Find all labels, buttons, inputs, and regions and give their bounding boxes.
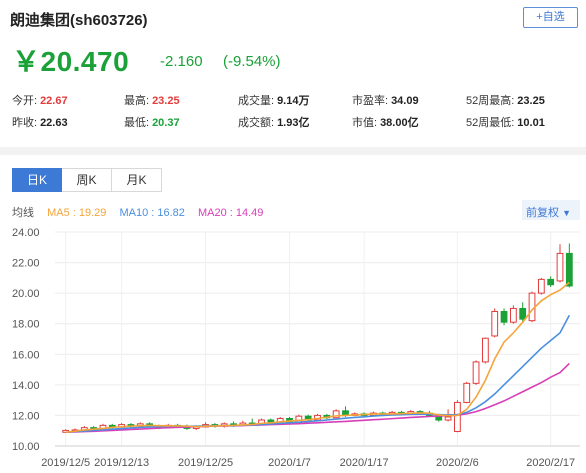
candle-body xyxy=(556,252,564,282)
x-tick-label: 2020/2/17 xyxy=(526,457,575,469)
candle-body xyxy=(444,416,452,421)
x-tick-label: 2019/12/25 xyxy=(178,457,233,469)
ma5-line xyxy=(65,281,570,434)
candle-body xyxy=(463,382,471,403)
y-tick-label: 10.00 xyxy=(12,441,40,453)
x-tick-label: 2019/12/13 xyxy=(94,457,149,469)
kline-chart[interactable]: 24.00 22.00 20.00 18.00 16.00 14.00 12.00 10.00… xyxy=(0,0,586,473)
y-tick-label: 20.00 xyxy=(12,288,40,300)
x-tick-label: 2020/1/7 xyxy=(268,457,311,469)
candle-body xyxy=(565,252,573,287)
candle-body xyxy=(472,361,480,384)
candle-body xyxy=(519,307,527,320)
y-tick-label: 18.00 xyxy=(12,319,40,331)
y-tick-label: 24.00 xyxy=(12,227,40,239)
x-tick-label: 2020/1/17 xyxy=(340,457,389,469)
candle-body xyxy=(509,307,517,323)
candle-body xyxy=(454,401,461,432)
y-tick-label: 12.00 xyxy=(12,410,40,422)
y-tick-label: 14.00 xyxy=(12,380,40,392)
candle-body xyxy=(537,278,545,294)
y-tick-label: 16.00 xyxy=(12,349,40,361)
candle-body xyxy=(500,310,508,323)
candle-body xyxy=(481,337,489,363)
ma20-line xyxy=(65,362,570,434)
candle-body xyxy=(547,278,555,286)
x-tick-label: 2020/2/6 xyxy=(436,457,479,469)
x-tick-label: 2019/12/5 xyxy=(41,457,90,469)
y-tick-label: 22.00 xyxy=(12,258,40,270)
candle-body xyxy=(491,310,499,337)
